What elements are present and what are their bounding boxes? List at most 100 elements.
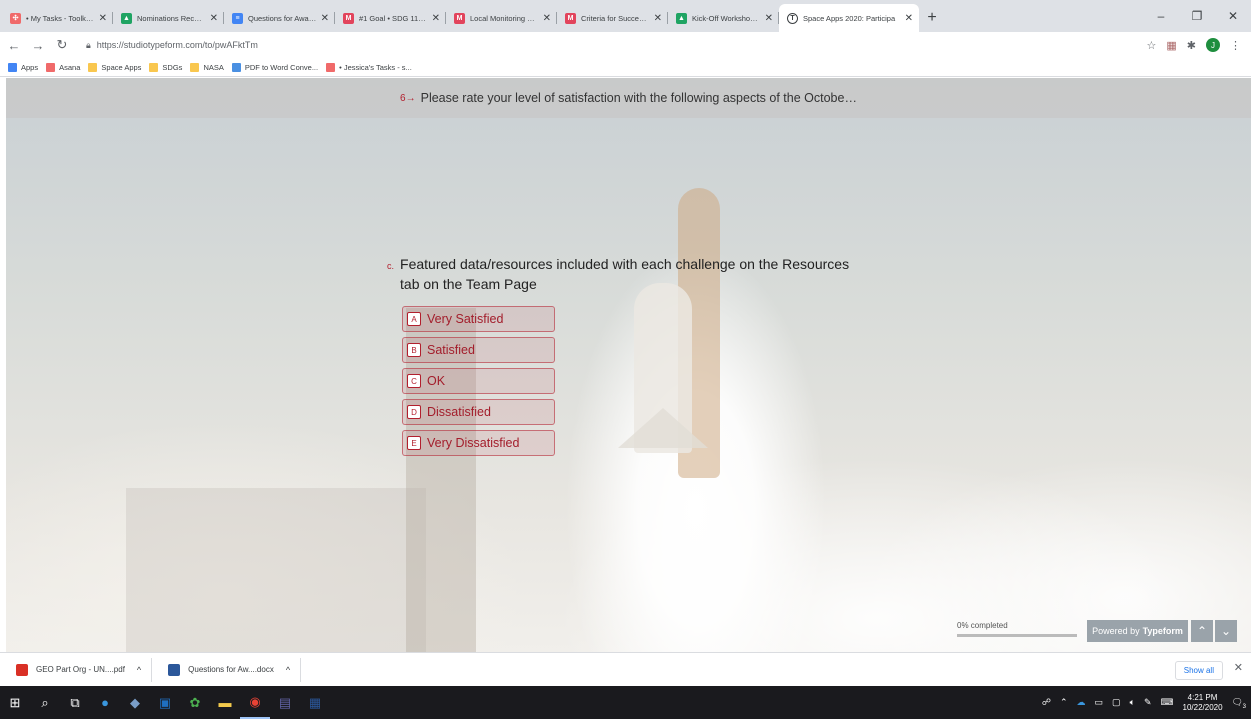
tab-title: Nominations Received - Go [137, 13, 206, 23]
address-bar: ← → ↻ 🔒︎ https://studiotypeform.com/to/p… [0, 32, 1251, 58]
bookmark-item[interactable]: PDF to Word Conve... [231, 62, 318, 72]
tab-favicon-icon: T [787, 12, 798, 24]
chrome-icon[interactable]: ◉ [240, 686, 270, 719]
people-icon[interactable]: ☍ [1042, 697, 1051, 708]
tab-title: Local Monitoring Needs & [470, 13, 539, 23]
extension-icon[interactable]: ▦ [1166, 39, 1176, 52]
tab-close-icon[interactable]: ✕ [321, 13, 329, 24]
show-hidden-icons[interactable]: ⌃ [1060, 697, 1068, 708]
browser-tab[interactable]: M #1 Goal • SDG 11/NUA Too ✕ [335, 4, 446, 32]
pen-icon[interactable]: ✎ [1144, 697, 1152, 708]
tab-close-icon[interactable]: ✕ [432, 13, 440, 24]
notification-icon[interactable]: 🗨︎ 3 [1232, 697, 1246, 710]
answer-option[interactable]: C OK [402, 368, 555, 394]
bookmark-label: Space Apps [101, 62, 142, 72]
brand-label: Typeform [1142, 626, 1183, 636]
close-window-button[interactable]: ✕ [1215, 0, 1251, 32]
browser-tab[interactable]: ▲ Nominations Received - Go ✕ [113, 4, 224, 32]
question-group-header[interactable]: 6→ Please rate your level of satisfactio… [6, 78, 1251, 118]
bookmark-item[interactable]: Apps [8, 62, 38, 72]
option-label: OK [427, 374, 446, 388]
progress-text: 0% completed [957, 621, 1008, 630]
clock[interactable]: 4:21 PM 10/22/2020 [1183, 693, 1223, 713]
system-tray: ☍ ⌃ ☁ ▭ ▢ 🔈︎ ✎ ⌨ 4:21 PM 10/22/2020 🗨︎ 3 [1042, 686, 1251, 719]
question-group-title: Please rate your level of satisfaction w… [420, 91, 857, 105]
tab-close-icon[interactable]: ✕ [765, 13, 773, 24]
answer-option[interactable]: D Dissatisfied [402, 399, 555, 425]
task-view-icon[interactable]: ⧉ [60, 686, 90, 719]
menu-icon[interactable]: ⋮ [1230, 39, 1241, 52]
browser-tab[interactable]: M Local Monitoring Needs & ✕ [446, 4, 557, 32]
option-key: D [407, 405, 421, 419]
clock-time: 4:21 PM [1187, 692, 1218, 702]
pdf-icon [16, 663, 28, 676]
progress-bar [957, 634, 1077, 637]
bookmarks-bar: Apps Asana Space Apps SDGs NASA PDF to Word C… [0, 58, 1251, 77]
file-explorer-icon[interactable]: ▬ [210, 686, 240, 719]
forward-arrow-icon[interactable]: → [28, 38, 48, 53]
back-arrow-icon[interactable]: ← [4, 38, 24, 53]
search-icon[interactable]: ⌕ [30, 686, 60, 719]
windows-start-icon[interactable]: ⊞ [0, 686, 30, 719]
tab-close-icon[interactable]: ✕ [543, 13, 551, 24]
url-field[interactable]: 🔒︎ https://studiotypeform.com/to/pwAFktT… [86, 34, 1147, 56]
reload-icon[interactable]: ↻ [52, 37, 72, 53]
browser-tab[interactable]: ▲ Kick-Off Workshop - Octob ✕ [668, 4, 779, 32]
chat-app-icon[interactable]: ● [90, 686, 120, 719]
bookmark-item[interactable]: Asana [46, 62, 80, 72]
restore-button[interactable]: ❐ [1179, 0, 1215, 32]
answer-option[interactable]: A Very Satisfied [402, 306, 555, 332]
bookmark-folder-icon [149, 62, 159, 72]
tab-title: Kick-Off Workshop - Octob [692, 13, 761, 23]
tab-close-icon[interactable]: ✕ [905, 13, 913, 24]
option-key: A [407, 312, 421, 326]
keyboard-icon[interactable]: ⌨ [1161, 697, 1174, 708]
browser-tab[interactable]: T Space Apps 2020: Participa ✕ [779, 4, 919, 32]
chevron-up-icon[interactable]: ^ [286, 665, 290, 675]
answer-option[interactable]: B Satisfied [402, 337, 555, 363]
tab-title: Questions for Awardees - G [248, 13, 317, 23]
tab-close-icon[interactable]: ✕ [210, 13, 218, 24]
bookmark-item[interactable]: • Jessica's Tasks - s... [326, 62, 412, 72]
answer-option[interactable]: E Very Dissatisfied [402, 430, 555, 456]
browser-tab[interactable]: ≡ Questions for Awardees - G ✕ [224, 4, 335, 32]
teams-icon[interactable]: ▤ [270, 686, 300, 719]
question-title: Featured data/resources included with ea… [400, 256, 850, 292]
browser-app-icon[interactable]: ✿ [180, 686, 210, 719]
close-downloads-icon[interactable]: ✕ [1234, 661, 1243, 674]
chevron-up-icon[interactable]: ^ [137, 665, 141, 675]
question-number: 6→ [400, 92, 416, 104]
minimize-button[interactable]: – [1143, 0, 1179, 32]
new-tab-button[interactable]: + [919, 4, 945, 32]
previous-question-button[interactable]: ⌃ [1191, 620, 1213, 642]
volume-icon[interactable]: 🔈︎ [1130, 697, 1135, 708]
tab-close-icon[interactable]: ✕ [99, 13, 107, 24]
browser-tab[interactable]: ✣ • My Tasks - Toolkit: Assem ✕ [2, 4, 113, 32]
next-question-button[interactable]: ⌄ [1215, 620, 1237, 642]
star-icon[interactable]: ☆ [1147, 39, 1157, 52]
option-key: B [407, 343, 421, 357]
bookmark-folder-icon [190, 62, 200, 72]
download-item[interactable]: GEO Part Org - UN....pdf ^ [0, 657, 153, 682]
clock-date: 10/22/2020 [1182, 702, 1223, 712]
app-icon[interactable]: ◆ [120, 686, 150, 719]
show-all-button[interactable]: Show all [1174, 661, 1223, 680]
bookmark-item[interactable]: SDGs [149, 62, 182, 72]
puzzle-icon[interactable]: ✱ [1187, 39, 1196, 52]
network-icon[interactable]: ▢ [1112, 697, 1121, 708]
tab-close-icon[interactable]: ✕ [654, 13, 662, 24]
browser-tab[interactable]: M Criteria for Success • SDG 1 ✕ [557, 4, 668, 32]
window-controls: – ❐ ✕ [1143, 0, 1251, 32]
battery-icon[interactable]: ▭ [1095, 697, 1104, 708]
lock-icon: 🔒︎ [86, 39, 91, 50]
bookmark-item[interactable]: Space Apps [88, 62, 142, 72]
bookmark-item[interactable]: NASA [190, 62, 224, 72]
tab-favicon-icon: ▲ [676, 12, 687, 24]
download-filename: GEO Part Org - UN....pdf [36, 665, 125, 674]
word-icon[interactable]: ▦ [300, 686, 330, 719]
download-item[interactable]: Questions for Aw....docx ^ [152, 657, 302, 682]
powered-by-typeform-link[interactable]: Powered by Typeform [1087, 620, 1188, 642]
outlook-icon[interactable]: ▣ [150, 686, 180, 719]
onedrive-icon[interactable]: ☁ [1077, 697, 1086, 708]
profile-avatar[interactable]: J [1206, 38, 1220, 52]
